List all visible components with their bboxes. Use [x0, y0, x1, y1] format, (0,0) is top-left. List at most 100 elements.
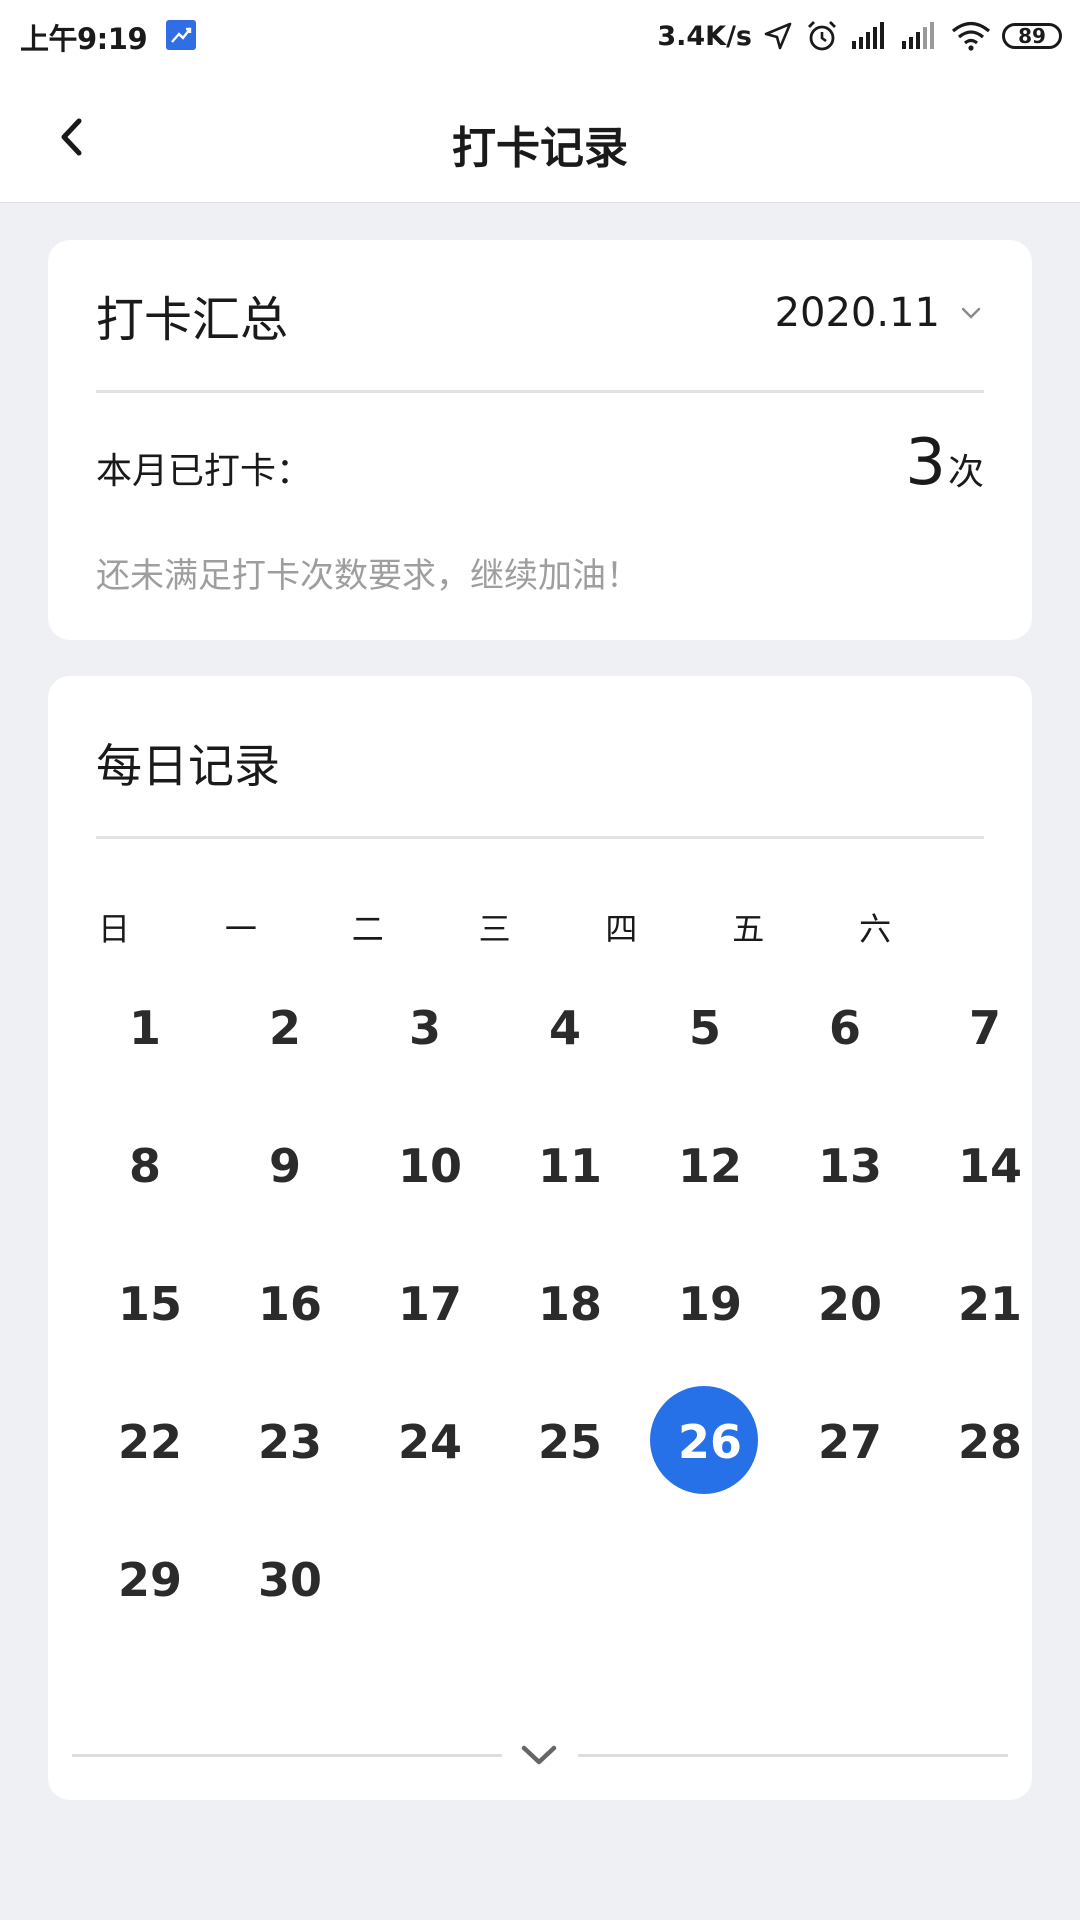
- calendar-day[interactable]: 22: [96, 1410, 236, 1548]
- weekday-label: 二: [351, 910, 384, 948]
- calendar-day-number: 19: [678, 1277, 743, 1331]
- calendar-day[interactable]: 8: [96, 1134, 236, 1272]
- calendar-day[interactable]: 28: [936, 1410, 1076, 1548]
- calendar-day-number: 7: [968, 1001, 1001, 1055]
- location-arrow-icon: [764, 22, 792, 50]
- weekday-label: 六: [859, 910, 892, 948]
- calendar-day[interactable]: 30: [236, 1548, 376, 1686]
- calendar-day-number: 15: [118, 1277, 183, 1331]
- month-value: 2020.11: [774, 290, 940, 336]
- calendar-day[interactable]: 18: [516, 1272, 656, 1410]
- calendar-day-number: 16: [258, 1277, 323, 1331]
- summary-title: 打卡汇总: [96, 292, 289, 348]
- calendar-day-number: 14: [958, 1139, 1023, 1193]
- calendar-expand-row: [72, 1736, 1008, 1776]
- calendar-day-number: 12: [678, 1139, 743, 1193]
- chevron-down-icon: [961, 307, 981, 319]
- calendar-title: 每日记录: [96, 739, 280, 793]
- month-picker[interactable]: 2020.11: [775, 290, 984, 336]
- weekday-label: 日: [98, 910, 131, 948]
- calendar-day[interactable]: 20: [796, 1272, 936, 1410]
- calendar-day-number: 22: [118, 1415, 183, 1469]
- calendar-days: 1 2 3 4 5 6 7 8 9 10 11 12 13 14 15 16 17 18 19 20 21 22 23 24 2…: [96, 996, 1022, 1686]
- calendar-day[interactable]: 13: [796, 1134, 936, 1272]
- calendar-day-number: 17: [398, 1277, 463, 1331]
- calendar-day-number: 30: [258, 1553, 323, 1607]
- calendar-day[interactable]: 16: [236, 1272, 376, 1410]
- app-notification-icon: [166, 20, 196, 50]
- calendar-day-number: 10: [398, 1139, 463, 1193]
- calendar-day-number: 9: [268, 1139, 301, 1193]
- calendar-day-number: 24: [398, 1415, 463, 1469]
- status-time: 上午9:19: [20, 22, 148, 56]
- calendar-day-selected[interactable]: 26: [650, 1386, 796, 1548]
- network-speed: 3.4K/s: [657, 20, 752, 52]
- battery-icon: 89: [1002, 23, 1062, 49]
- hint-text: 还未满足打卡次数要求，继续加油！: [96, 556, 640, 596]
- calendar-day[interactable]: 9: [236, 1134, 376, 1272]
- status-indicators: 3.4K/s 89: [657, 14, 1062, 58]
- weekday-label: 四: [605, 910, 638, 948]
- page-title: 打卡记录: [452, 123, 628, 174]
- expand-calendar-button[interactable]: [515, 1736, 563, 1776]
- divider: [96, 836, 984, 839]
- weekday-header: 日 一 二 三 四 五 六: [96, 904, 984, 950]
- calendar-day[interactable]: 27: [796, 1410, 936, 1548]
- calendar-day[interactable]: 24: [376, 1410, 516, 1548]
- weekday-label: 三: [478, 910, 511, 948]
- calendar-day-number: 2: [268, 1001, 301, 1055]
- calendar-day-number: 27: [818, 1415, 883, 1469]
- checked-count-value: 3: [905, 426, 946, 500]
- calendar-day[interactable]: 4: [516, 996, 656, 1134]
- calendar-day[interactable]: 21: [936, 1272, 1076, 1410]
- calendar-day-number: 3: [408, 1001, 441, 1055]
- calendar-card: 每日记录 日 一 二 三 四 五 六 1 2 3 4 5 6 7 8 9 10 11 12 13 14 15…: [48, 676, 1032, 1800]
- calendar-day[interactable]: 10: [376, 1134, 516, 1272]
- calendar-day[interactable]: 17: [376, 1272, 516, 1410]
- divider: [72, 1754, 502, 1757]
- calendar-day-number: 20: [818, 1277, 883, 1331]
- calendar-day[interactable]: 11: [516, 1134, 656, 1272]
- chevron-down-icon: [521, 1745, 557, 1765]
- calendar-day-number: 28: [958, 1415, 1023, 1469]
- calendar-day[interactable]: 23: [236, 1410, 376, 1548]
- calendar-day-number: 21: [958, 1277, 1023, 1331]
- calendar-day-number: 23: [258, 1415, 323, 1469]
- summary-card: 打卡汇总 2020.11 本月已打卡： 3 次 还未满足打卡次数要求，继续加油！: [48, 240, 1032, 640]
- checked-count-unit: 次: [947, 452, 984, 493]
- nav-bar: 打卡记录: [0, 72, 1080, 203]
- weekday-label: 一: [224, 910, 257, 948]
- checked-label: 本月已打卡：: [96, 451, 313, 492]
- calendar-day[interactable]: 6: [796, 996, 936, 1134]
- calendar-day[interactable]: 15: [96, 1272, 236, 1410]
- calendar-day-number: 4: [548, 1001, 581, 1055]
- divider: [578, 1754, 1008, 1757]
- checked-count: 3 次: [905, 426, 984, 500]
- alarm-icon: [808, 21, 836, 51]
- calendar-day-number: 26: [678, 1415, 743, 1469]
- status-bar: 上午9:19 3.4K/s 89: [0, 0, 1080, 72]
- calendar-day-number: 1: [128, 1001, 161, 1055]
- calendar-day-number: 6: [828, 1001, 861, 1055]
- calendar-day-number: 25: [538, 1415, 603, 1469]
- calendar-day[interactable]: 29: [96, 1548, 236, 1686]
- calendar-day-number: 5: [688, 1001, 721, 1055]
- calendar-day-number: 8: [128, 1139, 161, 1193]
- calendar-day[interactable]: 5: [656, 996, 796, 1134]
- calendar-day-number: 13: [818, 1139, 883, 1193]
- weekday-label: 五: [732, 910, 765, 948]
- calendar-day[interactable]: 3: [376, 996, 516, 1134]
- calendar-day[interactable]: 1: [96, 996, 236, 1134]
- calendar-day-number: 29: [118, 1553, 183, 1607]
- calendar-day[interactable]: 14: [936, 1134, 1076, 1272]
- wifi-icon: [951, 21, 991, 51]
- calendar-day[interactable]: 19: [656, 1272, 796, 1410]
- calendar-day-number: 18: [538, 1277, 603, 1331]
- calendar-day[interactable]: 25: [516, 1410, 656, 1548]
- calendar-day-number: 11: [538, 1139, 603, 1193]
- calendar-day[interactable]: 12: [656, 1134, 796, 1272]
- divider: [96, 390, 984, 393]
- signal-icon: [852, 22, 884, 49]
- calendar-day[interactable]: 7: [936, 996, 1076, 1134]
- calendar-day[interactable]: 2: [236, 996, 376, 1134]
